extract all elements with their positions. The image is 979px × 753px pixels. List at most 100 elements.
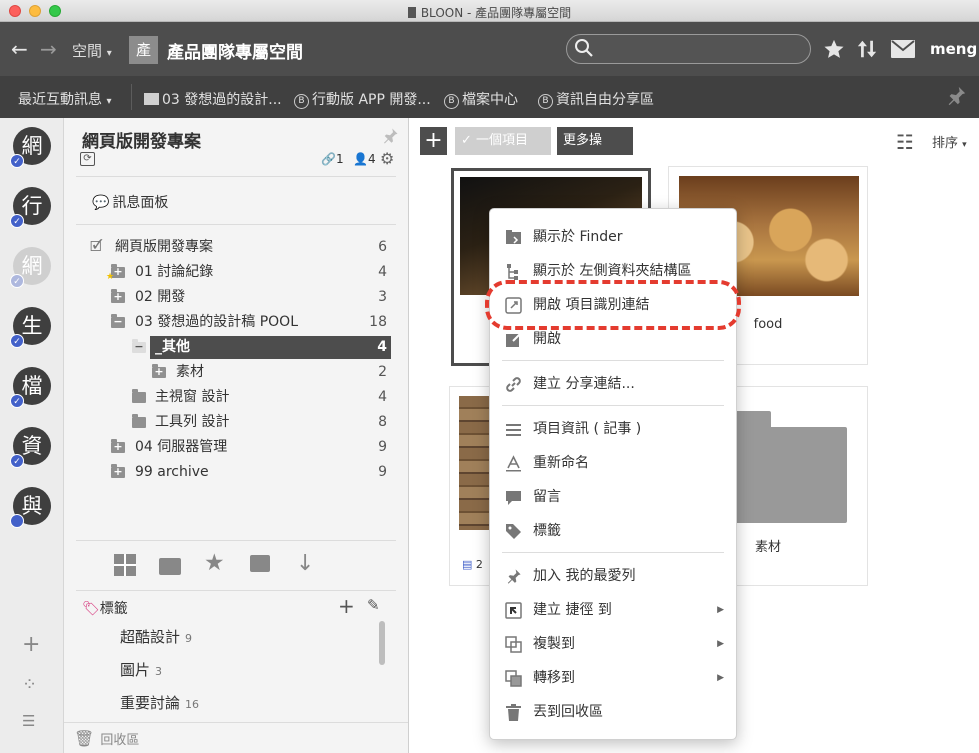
divider bbox=[131, 84, 132, 110]
star-icon[interactable] bbox=[823, 38, 845, 60]
space-avatar[interactable]: 資 ✓ bbox=[10, 427, 51, 468]
copy-icon bbox=[505, 636, 522, 653]
shortcut-icon bbox=[505, 602, 522, 619]
app-doc-icon bbox=[407, 7, 416, 18]
tree-item-folder[interactable]: + ★ 01 討論紀錄 4 bbox=[64, 261, 409, 284]
trash-icon bbox=[506, 704, 521, 721]
gear-icon[interactable]: ⚙ bbox=[380, 149, 394, 168]
list-view-icon[interactable]: ☷ bbox=[896, 130, 914, 154]
checked-folder-icon: 🗹 bbox=[90, 239, 103, 255]
forward-arrow-icon[interactable]: → bbox=[40, 22, 57, 76]
space-title: 產品團隊專屬空間 bbox=[167, 43, 303, 63]
menu-item-item-info[interactable]: 項目資訊 ( 記事 ) bbox=[490, 414, 736, 444]
check-badge-icon: ✓ bbox=[10, 154, 24, 168]
menu-item-rename[interactable]: 重新命名 bbox=[490, 448, 736, 478]
rename-icon bbox=[506, 455, 521, 472]
menu-item-create-share-link[interactable]: 建立 分享連結... bbox=[490, 369, 736, 399]
space-dropdown[interactable]: 空間 ▾ bbox=[72, 40, 112, 61]
edit-pencil-icon[interactable]: ✎ bbox=[367, 596, 380, 614]
bookmark-bar: 最近互動訊息 ▾ 03 發想過的設計... B 行動版 APP 開發... B 檔案… bbox=[0, 76, 979, 118]
download-arrow-icon[interactable]: ↓ bbox=[296, 551, 314, 576]
tree-item-folder[interactable]: 工具列 設計 8 bbox=[64, 411, 409, 434]
sort-dropdown[interactable]: 排序 ▾ bbox=[932, 132, 967, 151]
bookmark-item[interactable]: B 檔案中心 bbox=[444, 89, 518, 109]
bloon-b-icon: B bbox=[294, 94, 309, 109]
add-button[interactable]: + bbox=[420, 127, 447, 155]
comment-count[interactable]: ▤ 2 bbox=[462, 558, 483, 571]
pin-icon[interactable] bbox=[381, 127, 399, 145]
menu-item-comment[interactable]: 留言 bbox=[490, 482, 736, 512]
tag-item[interactable]: 超酷設計 9 bbox=[120, 626, 192, 647]
check-badge-icon: ✓ bbox=[10, 334, 24, 348]
menu-item-move-to-trash[interactable]: 丟到回收區 bbox=[490, 697, 736, 727]
tag-item[interactable]: 重要討論 16 bbox=[120, 692, 199, 713]
bookmark-item[interactable]: B 資訊自由分享區 bbox=[538, 89, 654, 109]
star-icon[interactable]: ★ bbox=[204, 550, 225, 576]
space-avatar[interactable]: 網 ✓ bbox=[10, 247, 51, 288]
menu-item-show-in-tree[interactable]: 顯示於 左側資料夾結構區 bbox=[490, 256, 736, 286]
chevron-down-icon: ▾ bbox=[962, 140, 967, 150]
title-bar: BLOON - 產品團隊專屬空間 bbox=[0, 0, 979, 22]
tag-item[interactable]: 圖片 3 bbox=[120, 659, 162, 680]
back-arrow-icon[interactable]: ← bbox=[11, 22, 28, 76]
grid-view-icon[interactable]: ⁘ bbox=[22, 674, 37, 695]
main-toolbar: ← → 空間 ▾ 產 產品團隊專屬空間 meng bbox=[0, 22, 979, 76]
tree-item-folder[interactable]: − 03 發想過的設計稿 POOL 18 bbox=[64, 311, 409, 334]
more-actions-button[interactable]: 更多操作... bbox=[557, 127, 633, 176]
grid-view-icon[interactable] bbox=[114, 554, 136, 576]
bookmark-item[interactable]: 03 發想過的設計... bbox=[144, 89, 282, 109]
divider bbox=[76, 176, 396, 177]
menu-item-show-in-finder[interactable]: 顯示於 Finder bbox=[490, 222, 736, 252]
pin-icon[interactable] bbox=[945, 85, 967, 107]
add-tag-icon[interactable]: + bbox=[338, 594, 355, 618]
menu-item-open[interactable]: 開啟 bbox=[490, 324, 736, 354]
add-space-icon[interactable]: + bbox=[22, 632, 40, 657]
chevron-down-icon: ▾ bbox=[106, 96, 112, 107]
tree-item-folder[interactable]: + 04 伺服器管理 9 bbox=[64, 436, 409, 459]
menu-separator bbox=[502, 405, 724, 406]
link-icon: 🔗 bbox=[321, 152, 336, 166]
menu-item-create-shortcut[interactable]: 建立 捷徑 到 ▶ bbox=[490, 595, 736, 625]
folder-plus-icon: + bbox=[152, 364, 166, 378]
menu-item-copy-to[interactable]: 複製到 ▶ bbox=[490, 629, 736, 659]
tree-item-folder[interactable]: + 素材 2 bbox=[64, 361, 409, 384]
search-input[interactable] bbox=[566, 34, 811, 64]
sort-arrows-icon[interactable] bbox=[856, 38, 878, 60]
list-view-icon[interactable]: ☰ bbox=[22, 712, 35, 730]
finder-icon bbox=[506, 230, 521, 244]
menu-item-tag[interactable]: 標籤 bbox=[490, 516, 736, 546]
trash-link[interactable]: 🗑 回收區 bbox=[74, 729, 139, 748]
divider bbox=[76, 224, 396, 225]
share-link-icon bbox=[506, 377, 521, 392]
space-avatar[interactable]: 行 ✓ bbox=[10, 187, 51, 228]
tree-item-folder[interactable]: 主視窗 設計 4 bbox=[64, 386, 409, 409]
selection-button[interactable]: ✓ 一個項目 bbox=[455, 127, 551, 155]
mail-icon[interactable] bbox=[891, 40, 915, 58]
tags-scrollbar[interactable] bbox=[379, 621, 385, 665]
tree-item-selected[interactable]: − _其他 4 bbox=[64, 336, 409, 359]
bookmark-item[interactable]: B 行動版 APP 開發... bbox=[294, 89, 431, 109]
menu-item-open-item-link[interactable]: 開啟 項目識別連結 bbox=[490, 290, 736, 320]
divider bbox=[76, 540, 396, 541]
folder-icon[interactable] bbox=[159, 558, 181, 575]
pin-icon bbox=[507, 569, 521, 584]
links-count[interactable]: 🔗1 bbox=[321, 152, 344, 166]
folder-minus-icon: − bbox=[111, 314, 125, 328]
space-avatar[interactable]: 檔 ✓ bbox=[10, 367, 51, 408]
space-avatar[interactable]: 與 bbox=[10, 487, 51, 528]
space-avatar[interactable]: 網 ✓ bbox=[10, 127, 51, 168]
folder-plus-icon: + bbox=[111, 439, 125, 453]
menu-item-add-favorite[interactable]: 加入 我的最愛列 bbox=[490, 561, 736, 591]
message-board-link[interactable]: 💬 訊息面板 bbox=[92, 192, 168, 212]
tags-header: 🏷標籤 bbox=[82, 601, 128, 617]
space-avatar[interactable]: 生 ✓ bbox=[10, 307, 51, 348]
comment-icon[interactable] bbox=[250, 555, 270, 572]
dot-badge-icon bbox=[10, 514, 24, 528]
tree-item-root[interactable]: 🗹 網頁版開發專案 6 bbox=[64, 236, 409, 259]
members-count[interactable]: 👤4 bbox=[353, 152, 376, 166]
tree-item-folder[interactable]: + 99 archive 9 bbox=[64, 461, 409, 484]
user-name[interactable]: meng bbox=[930, 40, 977, 58]
recent-messages-dropdown[interactable]: 最近互動訊息 ▾ bbox=[18, 89, 111, 109]
tree-item-folder[interactable]: + 02 開發 3 bbox=[64, 286, 409, 309]
menu-item-move-to[interactable]: 轉移到 ▶ bbox=[490, 663, 736, 693]
